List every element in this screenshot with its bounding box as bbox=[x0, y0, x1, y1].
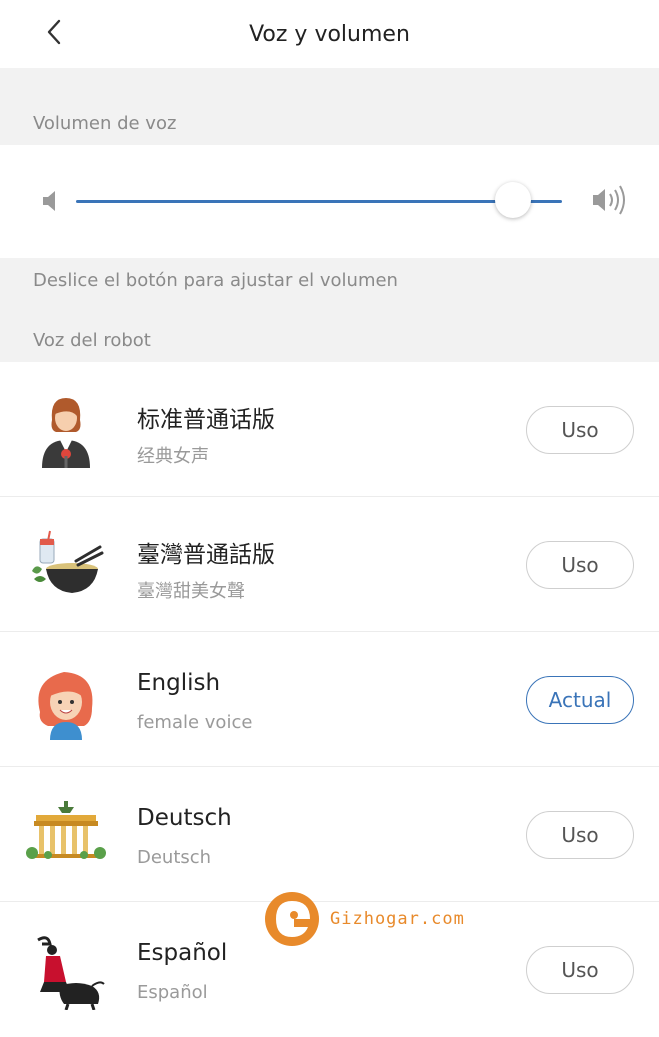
volume-hint: Deslice el botón para ajustar el volumen bbox=[33, 270, 398, 291]
noodle-bowl-icon bbox=[32, 530, 104, 593]
flamenco-bull-icon bbox=[37, 936, 105, 1010]
current-button[interactable]: Actual bbox=[526, 676, 634, 724]
watermark: Gizhogar.com bbox=[264, 891, 465, 947]
voice-item-mandarin: 标准普通话版 经典女声 Uso bbox=[0, 362, 659, 497]
voice-name: 标准普通话版 bbox=[137, 407, 275, 433]
voice-subtitle: 经典女声 bbox=[137, 446, 209, 467]
section-header-volume: Volumen de voz bbox=[0, 68, 659, 145]
speaker-high-icon[interactable] bbox=[591, 183, 629, 217]
watermark-text: Gizhogar.com bbox=[330, 909, 465, 929]
voice-subtitle: Deutsch bbox=[137, 847, 212, 868]
voice-name: Deutsch bbox=[137, 805, 232, 831]
voice-item-english: English female voice Actual bbox=[0, 632, 659, 767]
back-button[interactable] bbox=[36, 14, 72, 50]
voice-subtitle: female voice bbox=[137, 712, 253, 733]
volume-slider-row bbox=[0, 145, 659, 258]
chevron-left-icon bbox=[47, 19, 61, 45]
gizhogar-logo-icon bbox=[265, 892, 319, 946]
section-label-volume: Volumen de voz bbox=[33, 113, 177, 134]
section-label-voice: Voz del robot bbox=[33, 330, 151, 351]
page-title: Voz y volumen bbox=[249, 21, 410, 47]
volume-slider-thumb[interactable] bbox=[495, 182, 532, 218]
voice-name: Español bbox=[137, 940, 228, 966]
voice-subtitle: Español bbox=[137, 982, 208, 1003]
voice-name: English bbox=[137, 670, 221, 696]
use-button[interactable]: Uso bbox=[526, 541, 634, 589]
brandenburg-gate-icon bbox=[26, 801, 106, 859]
top-bar: Voz y volumen bbox=[0, 0, 659, 68]
use-button[interactable]: Uso bbox=[526, 811, 634, 859]
use-button[interactable]: Uso bbox=[526, 946, 634, 994]
use-button[interactable]: Uso bbox=[526, 406, 634, 454]
volume-track[interactable] bbox=[76, 200, 562, 203]
section-header-voice: Deslice el botón para ajustar el volumen… bbox=[0, 258, 659, 362]
red-hair-girl-icon bbox=[38, 672, 93, 740]
voice-item-taiwan: 臺灣普通話版 臺灣甜美女聲 Uso bbox=[0, 497, 659, 632]
woman-presenter-icon bbox=[42, 398, 90, 468]
voice-item-german: Deutsch Deutsch Uso bbox=[0, 767, 659, 902]
voice-name: 臺灣普通話版 bbox=[137, 542, 275, 568]
speaker-low-icon[interactable] bbox=[40, 187, 60, 215]
voice-subtitle: 臺灣甜美女聲 bbox=[137, 581, 245, 602]
